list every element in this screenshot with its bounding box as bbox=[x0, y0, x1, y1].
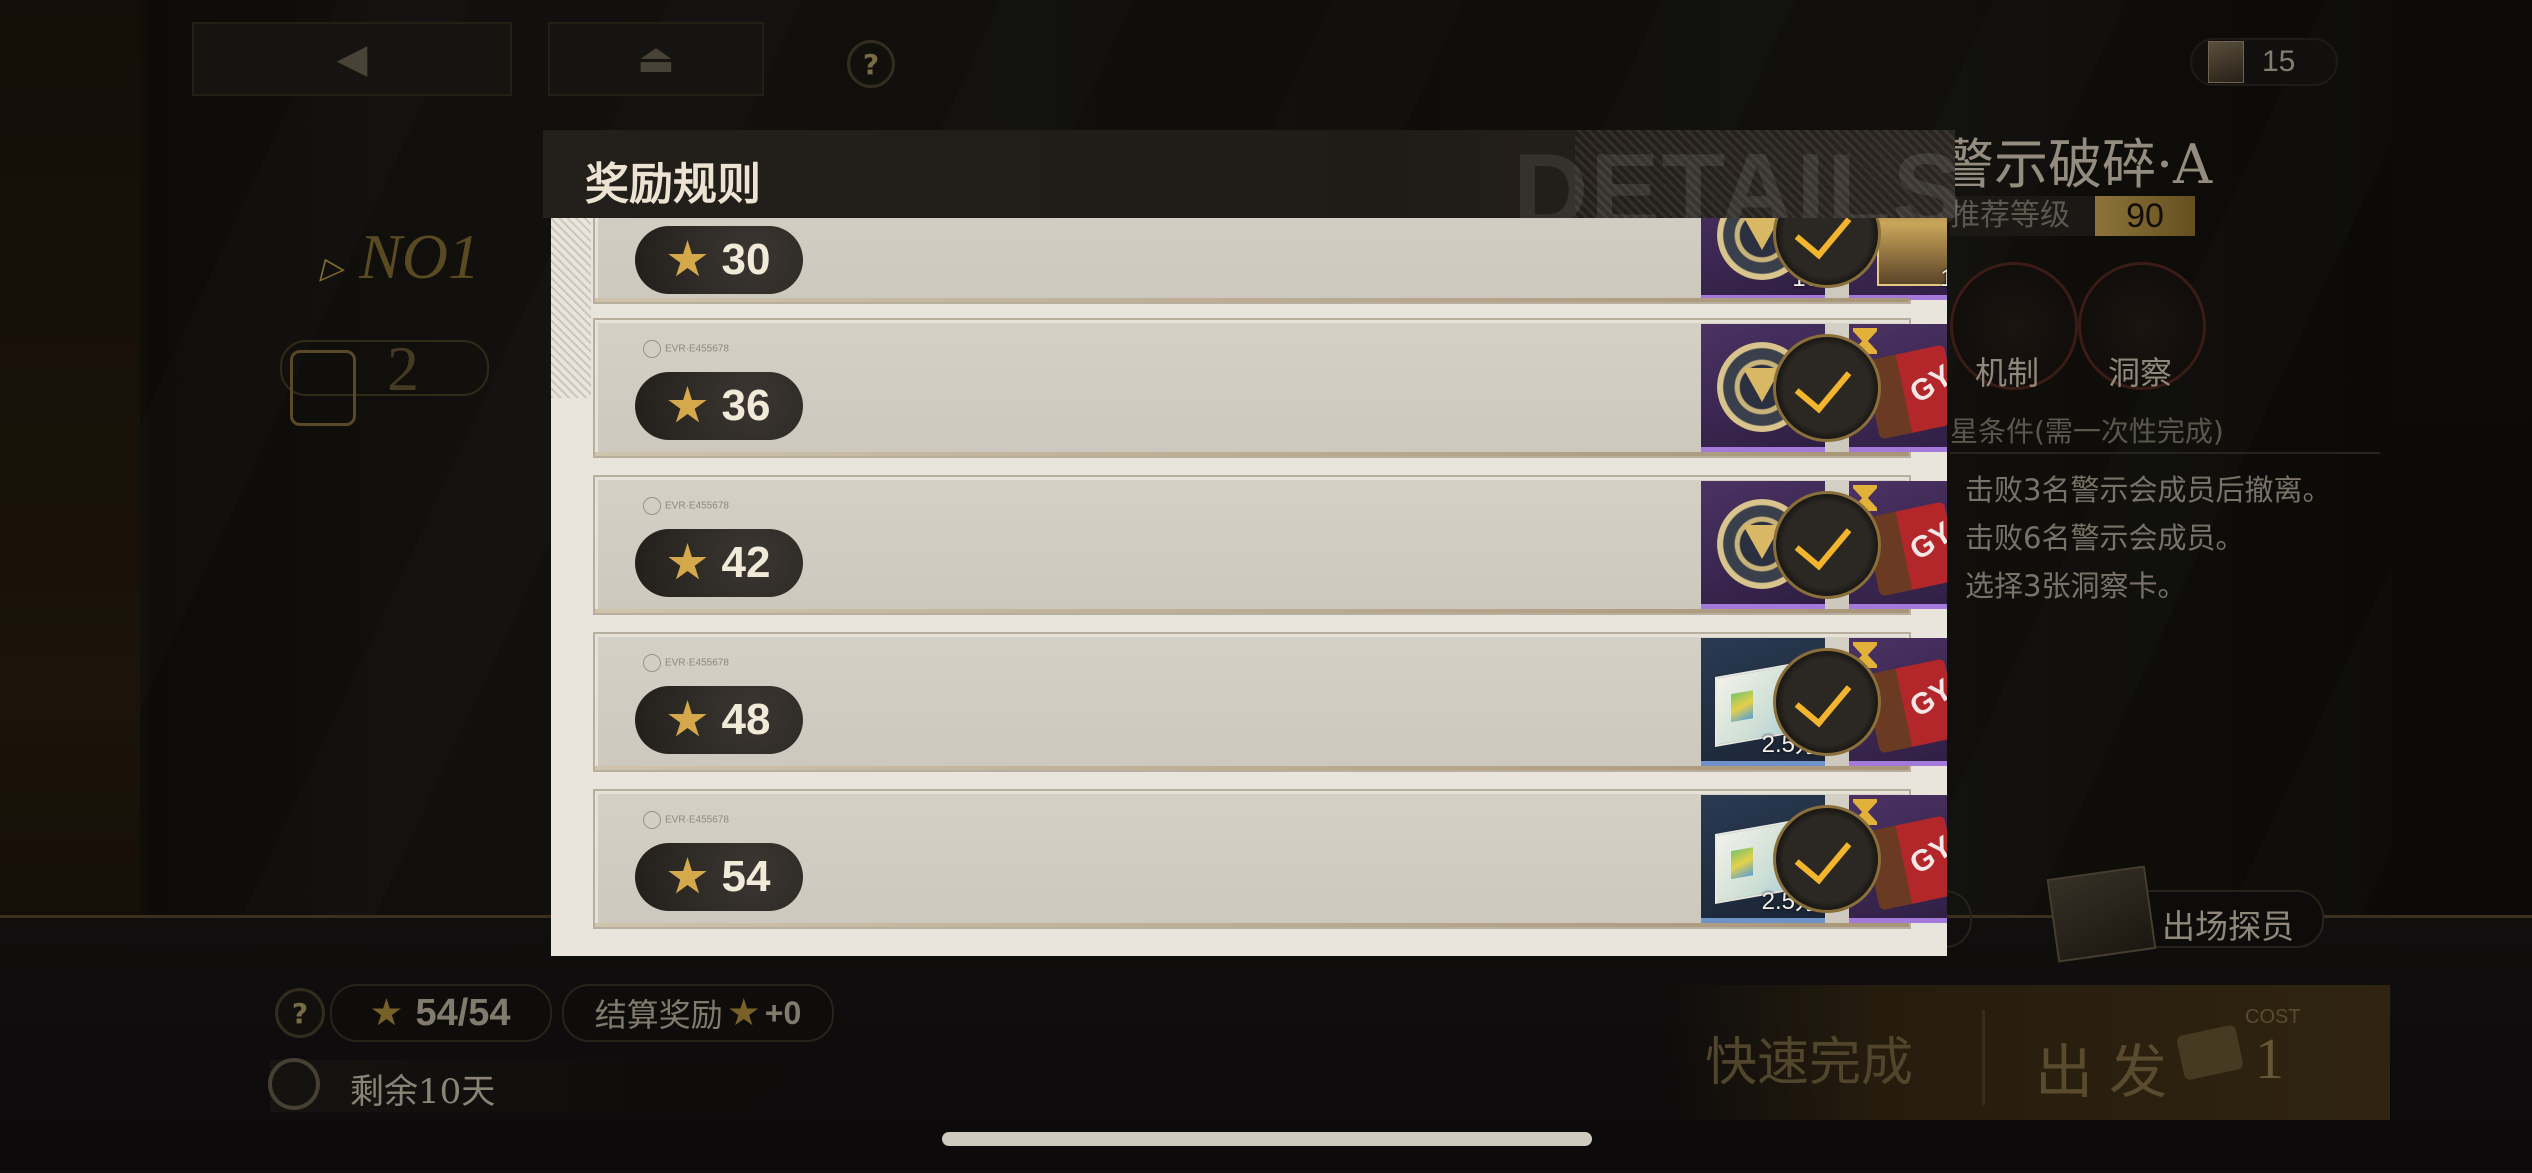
reward-row: EVR·E455678 42 5 2 bbox=[593, 475, 1947, 615]
star-threshold: 36 bbox=[635, 372, 803, 440]
row-underline bbox=[595, 452, 1909, 456]
star-icon bbox=[668, 857, 707, 894]
star-icon bbox=[668, 240, 707, 277]
star-threshold: 30 bbox=[635, 226, 803, 294]
row-underline bbox=[595, 609, 1909, 613]
claimed-check-icon bbox=[1773, 648, 1881, 756]
row-underline bbox=[595, 298, 1909, 302]
home-indicator[interactable] bbox=[942, 1132, 1592, 1146]
row-serial-text: EVR·E455678 bbox=[643, 811, 729, 829]
reward-list[interactable]: 30 10 15 EVR·E455678 36 5 bbox=[551, 218, 1947, 956]
row-underline bbox=[595, 766, 1909, 770]
row-underline bbox=[595, 923, 1909, 927]
modal-header: DETAILS 奖励规则 bbox=[543, 130, 1962, 249]
star-threshold: 42 bbox=[635, 529, 803, 597]
reward-row: EVR·E455678 48 2.5万 2 bbox=[593, 632, 1947, 772]
star-icon bbox=[668, 386, 707, 423]
row-serial-text: EVR·E455678 bbox=[643, 497, 729, 515]
reward-row: 30 10 15 bbox=[593, 218, 1947, 304]
modal-title: 奖励规则 bbox=[585, 159, 761, 210]
star-icon bbox=[668, 700, 707, 737]
corner-hatch bbox=[551, 218, 591, 398]
reward-row: EVR·E455678 54 2.5万 1 bbox=[593, 789, 1947, 929]
reward-row: EVR·E455678 36 5 2 bbox=[593, 318, 1947, 458]
star-threshold: 48 bbox=[635, 686, 803, 754]
row-serial-text: EVR·E455678 bbox=[643, 340, 729, 358]
claimed-check-icon bbox=[1773, 491, 1881, 599]
card-icon bbox=[1877, 218, 1947, 286]
row-serial-text: EVR·E455678 bbox=[643, 654, 729, 672]
star-threshold: 54 bbox=[635, 843, 803, 911]
claimed-check-icon bbox=[1773, 805, 1881, 913]
reward-rules-modal: DETAILS 奖励规则 30 10 15 EVR·E455678 bbox=[543, 130, 1962, 956]
star-icon bbox=[668, 543, 707, 580]
claimed-check-icon bbox=[1773, 334, 1881, 442]
